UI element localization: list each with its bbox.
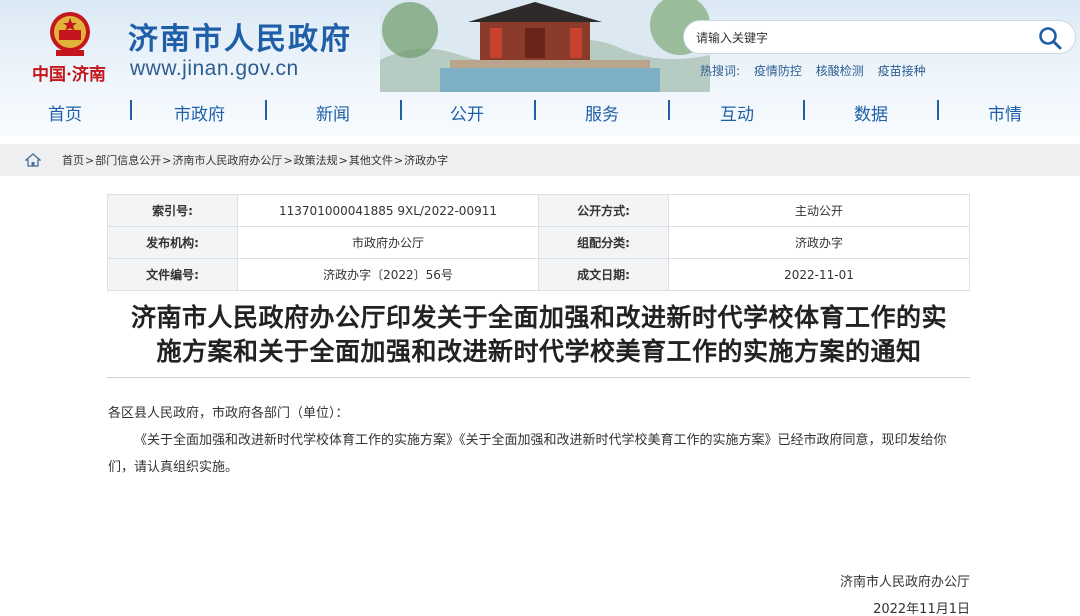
site-header: 济南市人民政府 中国·济南 www.jinan.gov.cn 热搜词: 疫情防控… [0,0,1080,136]
document-body: 各区县人民政府，市政府各部门（单位）： 《关于全面加强和改进新时代学校体育工作的… [108,400,970,481]
hot-words-label: 热搜词: [700,64,741,78]
breadcrumb-link[interactable]: 济政办字 [404,154,448,167]
nav-news[interactable]: 新闻 [316,100,350,125]
open-mode-label: 公开方式: [538,194,669,227]
nav-data[interactable]: 数据 [854,100,888,125]
search-icon[interactable] [1037,25,1063,51]
breadcrumb-link[interactable]: 济南市人民政府办公厅 [172,154,282,167]
hot-word-link[interactable]: 疫情防控 [754,64,802,78]
salutation: 各区县人民政府，市政府各部门（单位）： [108,406,349,421]
nav-divider [130,100,132,120]
title-line: 施方案和关于全面加强和改进新时代学校美育工作的实施方案的通知 [156,337,922,366]
search-box [683,20,1076,54]
date-label: 成文日期: [538,258,669,291]
site-name[interactable]: 济南市人民政府 [128,14,352,58]
document-title: 济南市人民政府办公厅印发关于全面加强和改进新时代学校体育工作的实 施方案和关于全… [100,301,978,369]
main-nav: 首页 市政府 新闻 公开 服务 互动 数据 市情 [0,92,1080,128]
doc-number-label: 文件编号: [107,258,238,291]
table-row: 索引号: 113701000041885 9XL/2022-00911 公开方式… [107,194,970,227]
open-mode-value: 主动公开 [668,194,970,227]
doc-number-value: 济政办字〔2022〕56号 [237,258,539,291]
index-label: 索引号: [107,194,238,227]
signature-date: 2022年11月1日 [873,602,970,616]
signature-organization: 济南市人民政府办公厅 [839,575,970,590]
index-value: 113701000041885 9XL/2022-00911 [237,194,539,227]
hot-words: 热搜词: 疫情防控 核酸检测 疫苗接种 [700,62,936,79]
title-divider [107,377,970,378]
home-icon[interactable] [25,153,41,167]
table-row: 发布机构: 市政府办公厅 组配分类: 济政办字 [107,226,970,259]
nav-divider [937,100,939,120]
publisher-value: 市政府办公厅 [237,226,539,259]
title-line: 济南市人民政府办公厅印发关于全面加强和改进新时代学校体育工作的实 [130,303,947,332]
slogan-logo: 中国·济南 [32,65,106,85]
nav-divider [668,100,670,120]
category-value: 济政办字 [668,226,970,259]
nav-interaction[interactable]: 互动 [720,100,754,125]
nav-home[interactable]: 首页 [48,100,82,125]
nav-government[interactable]: 市政府 [174,100,225,125]
nav-divider [803,100,805,120]
breadcrumb-link[interactable]: 其他文件 [349,154,393,167]
nav-service[interactable]: 服务 [585,100,619,125]
document-info-table: 索引号: 113701000041885 9XL/2022-00911 公开方式… [107,194,970,291]
hot-word-link[interactable]: 核酸检测 [816,64,864,78]
date-value: 2022-11-01 [668,258,970,291]
category-label: 组配分类: [538,226,669,259]
table-row: 文件编号: 济政办字〔2022〕56号 成文日期: 2022-11-01 [107,258,970,291]
hot-word-link[interactable]: 疫苗接种 [878,64,926,78]
scenery-banner-image [380,0,710,92]
site-url[interactable]: www.jinan.gov.cn [130,57,299,81]
breadcrumb-link[interactable]: 首页 [62,154,84,167]
national-emblem-icon [50,12,90,56]
search-input[interactable] [696,28,1016,48]
breadcrumb-link[interactable]: 政策法规 [294,154,338,167]
nav-divider [534,100,536,120]
breadcrumb-link[interactable]: 部门信息公开 [95,154,161,167]
body-paragraph: 《关于全面加强和改进新时代学校体育工作的实施方案》《关于全面加强和改进新时代学校… [108,433,947,475]
nav-city-info[interactable]: 市情 [988,100,1022,125]
nav-divider [265,100,267,120]
nav-divider [400,100,402,120]
breadcrumb: 首页>部门信息公开>济南市人民政府办公厅>政策法规>其他文件>济政办字 [0,144,1080,176]
breadcrumb-trail: 首页>部门信息公开>济南市人民政府办公厅>政策法规>其他文件>济政办字 [62,154,449,167]
nav-public[interactable]: 公开 [450,100,484,125]
publisher-label: 发布机构: [107,226,238,259]
